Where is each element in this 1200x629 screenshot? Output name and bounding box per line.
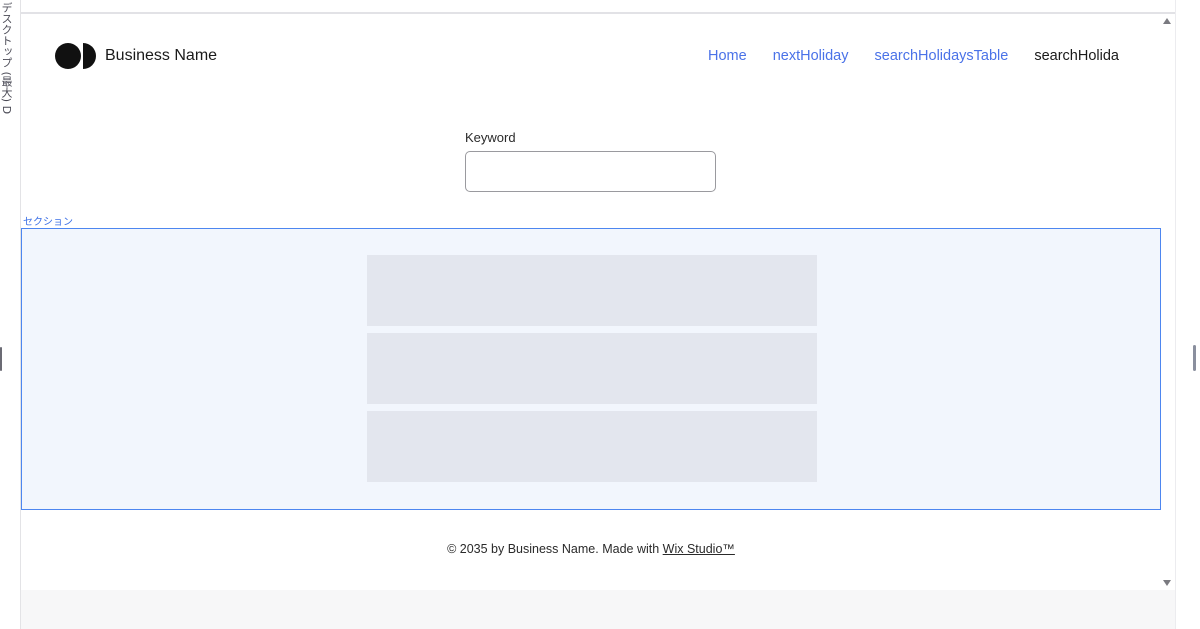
scroll-up-arrow-icon[interactable] <box>1163 18 1171 24</box>
business-logo-icon <box>55 43 96 69</box>
main-nav: Home nextHoliday searchHolidaysTable sea… <box>708 48 1126 70</box>
brand-name[interactable]: Business Name <box>105 47 217 65</box>
scroll-down-arrow-icon[interactable] <box>1163 580 1171 586</box>
results-section[interactable] <box>21 228 1161 510</box>
canvas-scrollbar[interactable] <box>1161 14 1175 590</box>
right-resize-handle[interactable] <box>1193 345 1196 371</box>
result-placeholder-item[interactable] <box>367 333 817 404</box>
nav-item-search-holidays[interactable]: searchHolida <box>1034 48 1119 64</box>
nav-item-home[interactable]: Home <box>708 48 747 64</box>
keyword-label: Keyword <box>465 130 516 145</box>
site-page: Business Name Home nextHoliday searchHol… <box>21 14 1161 590</box>
left-resize-handle[interactable] <box>0 347 2 371</box>
editor-top-bar <box>21 0 1175 14</box>
site-footer: © 2035 by Business Name. Made with Wix S… <box>21 542 1161 556</box>
editor-left-ruler: デスクトップ (最大) D <box>0 0 21 629</box>
nav-item-next-holiday[interactable]: nextHoliday <box>773 48 849 64</box>
nav-item-search-holidays-table[interactable]: searchHolidaysTable <box>875 48 1009 64</box>
keyword-input[interactable] <box>465 151 716 192</box>
result-placeholder-item[interactable] <box>367 255 817 326</box>
section-tag[interactable]: セクション <box>23 213 73 228</box>
footer-wix-link[interactable]: Wix Studio™ <box>663 542 735 556</box>
result-placeholder-item[interactable] <box>367 411 817 482</box>
editor-right-panel <box>1175 0 1200 629</box>
breakpoint-label: デスクトップ (最大) D <box>0 2 13 115</box>
footer-text: © 2035 by Business Name. Made with <box>447 542 663 556</box>
